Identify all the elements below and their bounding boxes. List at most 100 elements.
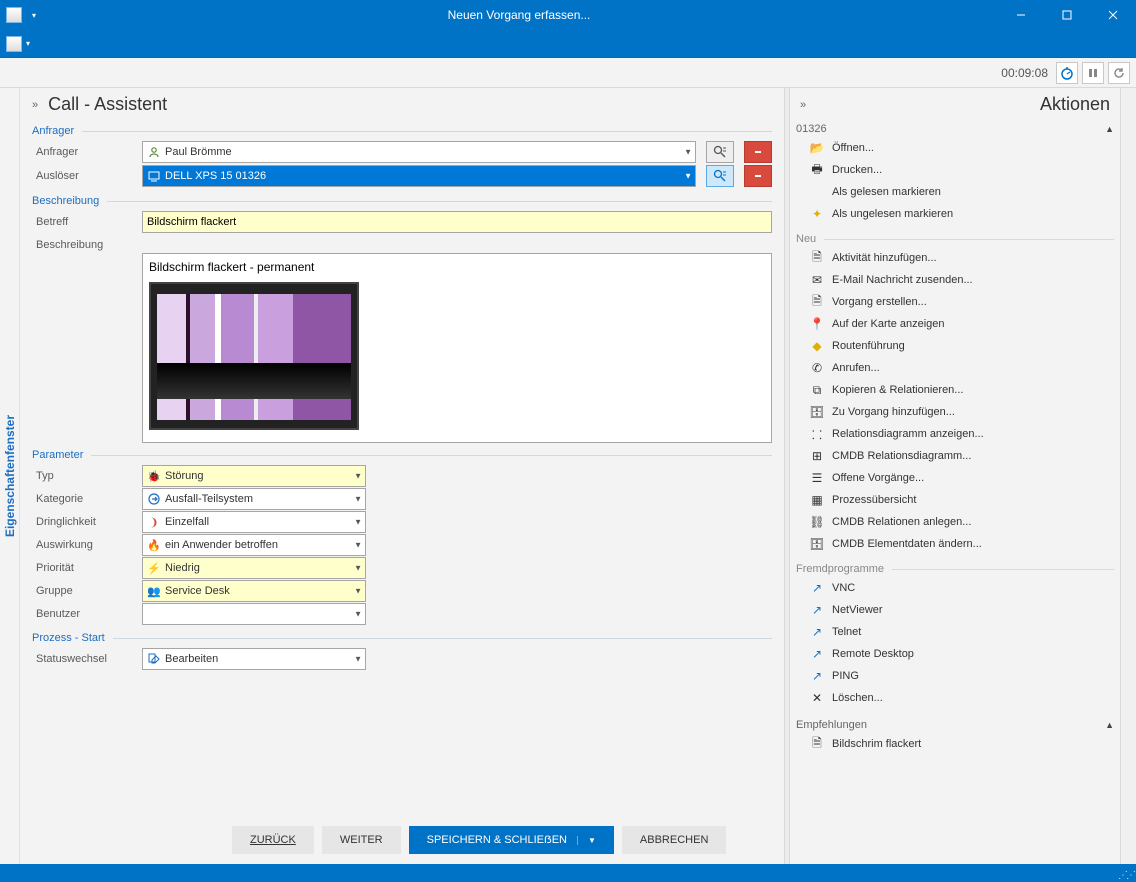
- chevron-down-icon[interactable]: ▼: [354, 518, 362, 527]
- action-cmdb-relation-diagram[interactable]: ⊞CMDB Relationsdiagramm...: [796, 445, 1114, 467]
- flame-icon: 🔥: [147, 538, 161, 552]
- collapse-main-icon[interactable]: »: [32, 99, 38, 111]
- label-auswirkung: Auswirkung: [32, 539, 132, 551]
- clear-ausloeser-button[interactable]: [744, 165, 772, 187]
- quick-access-dropdown[interactable]: ▾: [28, 11, 40, 20]
- action-cmdb-create-relations[interactable]: ⛓CMDB Relationen anlegen...: [796, 511, 1114, 533]
- action-telnet[interactable]: ↗Telnet: [796, 621, 1114, 643]
- actions-group-recommendations[interactable]: Empfehlungen ▲: [796, 719, 1114, 731]
- bolt-icon: ⚡: [147, 561, 161, 575]
- chevron-down-icon[interactable]: ▼: [684, 172, 692, 181]
- action-relation-diagram[interactable]: ⸬Relationsdiagramm anzeigen...: [796, 423, 1114, 445]
- maximize-button[interactable]: [1044, 0, 1090, 30]
- combo-ausloeser[interactable]: DELL XPS 15 01326 ▼: [142, 165, 696, 187]
- chevron-down-icon[interactable]: ▼: [354, 655, 362, 664]
- action-ping[interactable]: ↗PING: [796, 665, 1114, 687]
- combo-statuswechsel-value: Bearbeiten: [165, 653, 218, 665]
- save-close-dropdown[interactable]: ▼: [577, 836, 596, 845]
- action-print[interactable]: 🖶Drucken...: [796, 159, 1114, 181]
- action-open[interactable]: 📂Öffnen...: [796, 137, 1114, 159]
- combo-gruppe-value: Service Desk: [165, 585, 230, 597]
- collapse-icon[interactable]: ▲: [1105, 124, 1114, 134]
- edit-icon: [147, 652, 161, 666]
- next-button[interactable]: WEITER: [322, 826, 401, 854]
- dot-icon: [810, 185, 824, 199]
- textarea-beschreibung[interactable]: Bildschirm flackert - permanent: [142, 253, 772, 443]
- combo-statuswechsel[interactable]: Bearbeiten ▼: [142, 648, 366, 670]
- combo-auswirkung[interactable]: 🔥 ein Anwender betroffen ▼: [142, 534, 366, 556]
- warning-icon: ◆: [810, 339, 824, 353]
- users-icon: 👥: [147, 584, 161, 598]
- document-icon: 🗎: [810, 737, 824, 751]
- timer-pause-button[interactable]: [1082, 62, 1104, 84]
- actions-panel: » Aktionen 01326 ▲ 📂Öffnen... 🖶Drucken..…: [790, 88, 1120, 864]
- action-process-overview[interactable]: ▦Prozessübersicht: [796, 489, 1114, 511]
- collapse-actions-icon[interactable]: »: [800, 99, 806, 111]
- actions-group-header[interactable]: 01326 ▲: [796, 123, 1114, 135]
- attached-image[interactable]: [149, 282, 359, 430]
- combo-gruppe[interactable]: 👥 Service Desk ▼: [142, 580, 366, 602]
- back-button[interactable]: ZURÜCK: [232, 826, 314, 854]
- chevron-down-icon[interactable]: ▼: [354, 472, 362, 481]
- left-sidepanel-tab[interactable]: Eigenschaftenfenster: [0, 88, 20, 864]
- combo-typ[interactable]: 🐞 Störung ▼: [142, 465, 366, 487]
- combo-prioritaet[interactable]: ⚡ Niedrig ▼: [142, 557, 366, 579]
- input-betreff[interactable]: [142, 211, 772, 233]
- combo-benutzer[interactable]: ▼: [142, 603, 366, 625]
- action-delete[interactable]: ✕Löschen...: [796, 687, 1114, 709]
- actions-title: Aktionen: [1040, 94, 1110, 115]
- chevron-down-icon[interactable]: ▼: [354, 610, 362, 619]
- left-sidepanel-label: Eigenschaftenfenster: [3, 415, 17, 537]
- combo-kategorie[interactable]: Ausfall-Teilsystem ▼: [142, 488, 366, 510]
- close-button[interactable]: [1090, 0, 1136, 30]
- action-add-to-process[interactable]: 🗄Zu Vorgang hinzufügen...: [796, 401, 1114, 423]
- combo-prioritaet-value: Niedrig: [165, 562, 200, 574]
- statusbar: ⋰⋰: [0, 864, 1136, 882]
- vertical-scrollbar-track[interactable]: [1120, 88, 1136, 864]
- combo-dringlichkeit[interactable]: ❩ Einzelfall ▼: [142, 511, 366, 533]
- combo-anfrager[interactable]: Paul Brömme ▼: [142, 141, 696, 163]
- action-call[interactable]: ✆Anrufen...: [796, 357, 1114, 379]
- action-send-mail[interactable]: ✉E-Mail Nachricht zusenden...: [796, 269, 1114, 291]
- label-beschreibung: Beschreibung: [32, 235, 132, 251]
- action-netviewer[interactable]: ↗NetViewer: [796, 599, 1114, 621]
- action-mark-unread[interactable]: ✦Als ungelesen markieren: [796, 203, 1114, 225]
- link-icon: ⛓: [810, 515, 824, 529]
- ribbon-minimized: ▾: [0, 30, 1136, 58]
- chevron-down-icon[interactable]: ▼: [354, 564, 362, 573]
- combo-dringlichkeit-value: Einzelfall: [165, 516, 209, 528]
- chevron-down-icon[interactable]: ▼: [354, 495, 362, 504]
- save-close-button[interactable]: SPEICHERN & SCHLIEẞEN▼: [409, 826, 614, 854]
- external-icon: ↗: [810, 603, 824, 617]
- timer-reset-button[interactable]: [1108, 62, 1130, 84]
- chevron-down-icon[interactable]: ▼: [354, 541, 362, 550]
- ribbon-tab-dropdown[interactable]: ▾: [26, 39, 30, 48]
- label-ausloeser: Auslöser: [32, 170, 132, 182]
- lookup-ausloeser-button[interactable]: [706, 165, 734, 187]
- resize-grip-icon[interactable]: ⋰⋰: [1118, 870, 1134, 881]
- action-remote-desktop[interactable]: ↗Remote Desktop: [796, 643, 1114, 665]
- ribbon-tab-icon[interactable]: [6, 36, 22, 52]
- page-title: Call - Assistent: [48, 94, 167, 115]
- clear-anfrager-button[interactable]: [744, 141, 772, 163]
- action-create-process[interactable]: 🗎Vorgang erstellen...: [796, 291, 1114, 313]
- action-cmdb-edit-element[interactable]: 🗄CMDB Elementdaten ändern...: [796, 533, 1114, 555]
- lookup-anfrager-button[interactable]: [706, 141, 734, 163]
- action-add-activity[interactable]: 🗎Aktivität hinzufügen...: [796, 247, 1114, 269]
- collapse-icon[interactable]: ▲: [1105, 720, 1114, 730]
- action-copy-relate[interactable]: ⧉Kopieren & Relationieren...: [796, 379, 1114, 401]
- person-icon: [147, 145, 161, 159]
- action-show-map[interactable]: 📍Auf der Karte anzeigen: [796, 313, 1114, 335]
- timer-start-button[interactable]: [1056, 62, 1078, 84]
- action-mark-read[interactable]: Als gelesen markieren: [796, 181, 1114, 203]
- minimize-button[interactable]: [998, 0, 1044, 30]
- cancel-button[interactable]: ABBRECHEN: [622, 826, 726, 854]
- chevron-down-icon[interactable]: ▼: [684, 148, 692, 157]
- chevron-down-icon[interactable]: ▼: [354, 587, 362, 596]
- external-icon: ↗: [810, 581, 824, 595]
- action-open-processes[interactable]: ☰Offene Vorgänge...: [796, 467, 1114, 489]
- action-vnc[interactable]: ↗VNC: [796, 577, 1114, 599]
- combo-anfrager-value: Paul Brömme: [165, 146, 232, 158]
- action-routing[interactable]: ◆Routenführung: [796, 335, 1114, 357]
- beschreibung-text: Bildschirm flackert - permanent: [149, 260, 765, 274]
